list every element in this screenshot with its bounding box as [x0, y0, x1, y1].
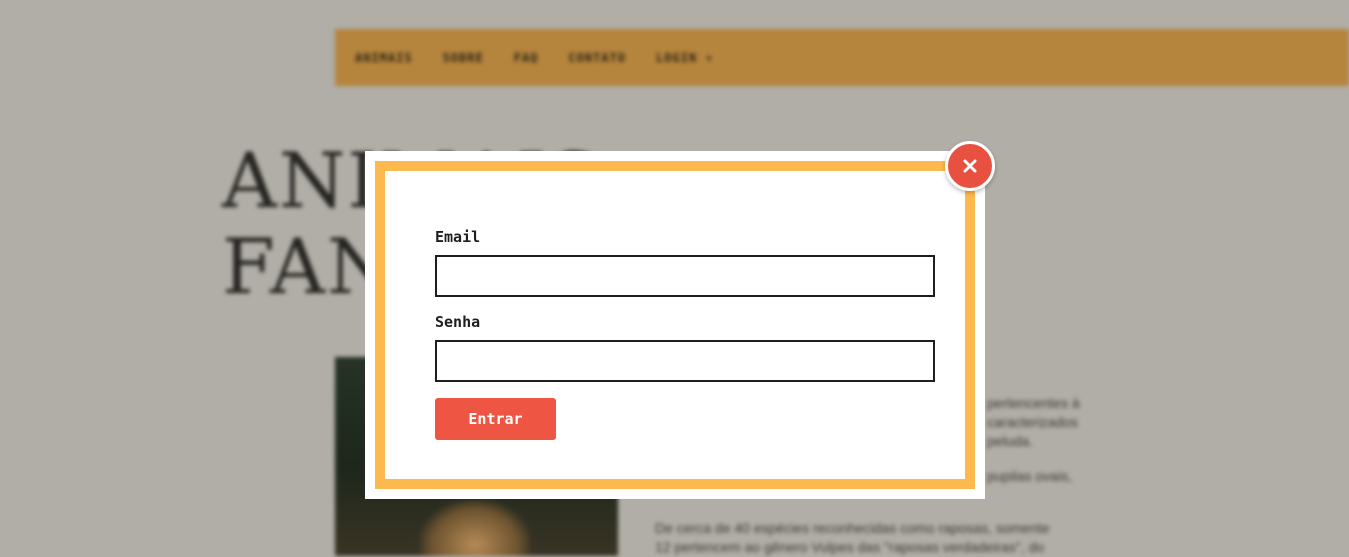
nav-item-faq[interactable]: FAQ [514, 51, 539, 65]
password-field[interactable] [435, 340, 935, 382]
login-submit-button[interactable]: Entrar [435, 398, 556, 440]
nav-item-sobre[interactable]: SOBRE [443, 51, 484, 65]
main-nav: ANIMAIS SOBRE FAQ CONTATO LOGIN ▾ [335, 29, 1349, 86]
email-field[interactable] [435, 255, 935, 297]
body-text-2: caracterizados [987, 414, 1079, 430]
body-text-4: pupilas ovais, [987, 468, 1072, 484]
body-text-5: De cerca de 40 espécies reconhecidas com… [655, 520, 1050, 536]
body-text-6: 12 pertencem ao gênero Vulpes das "rapos… [655, 539, 1045, 555]
body-text-1: pertencentes à [987, 395, 1080, 411]
body-text-3: peluda. [987, 433, 1033, 449]
fox-image-detail [420, 500, 530, 556]
close-icon [963, 159, 977, 173]
password-label: Senha [435, 313, 481, 331]
close-modal-button[interactable] [945, 141, 995, 191]
email-label: Email [435, 228, 481, 246]
nav-item-animais[interactable]: ANIMAIS [355, 51, 413, 65]
nav-item-login[interactable]: LOGIN ▾ [656, 51, 714, 65]
login-modal: Email Senha Entrar [365, 151, 985, 499]
nav-item-contato[interactable]: CONTATO [568, 51, 626, 65]
login-form: Email Senha Entrar [375, 161, 975, 489]
